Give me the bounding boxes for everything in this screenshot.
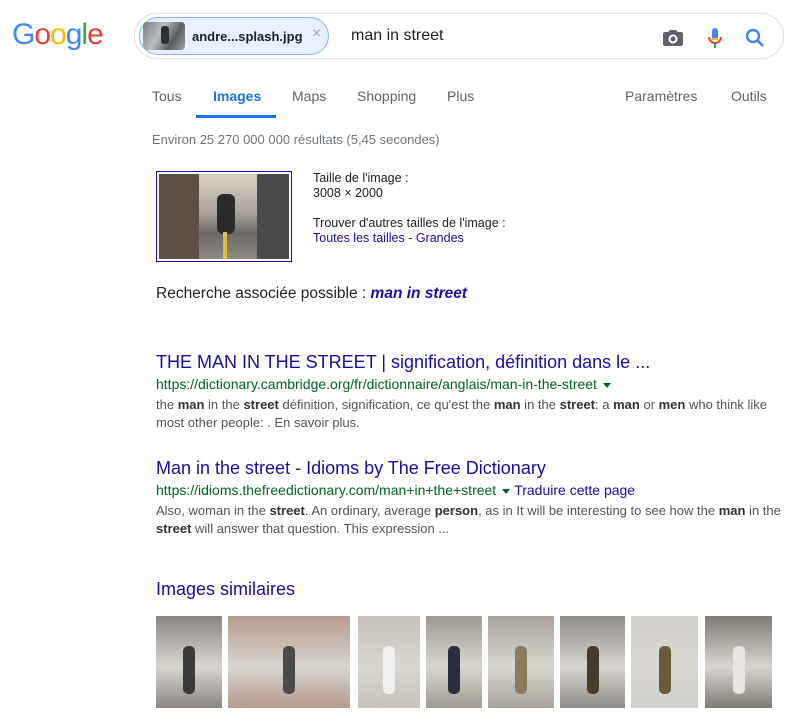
query-image-preview[interactable] <box>156 171 292 262</box>
tab-tous[interactable]: Tous <box>152 88 182 104</box>
query-image-thumbnail <box>143 22 185 50</box>
tab-images[interactable]: Images <box>213 88 261 104</box>
translate-link[interactable]: Traduire cette page <box>514 482 635 498</box>
image-query-chip[interactable]: andre...splash.jpg × <box>139 17 329 55</box>
remove-image-icon[interactable]: × <box>312 25 321 43</box>
result-stats: Environ 25 270 000 000 résultats (5,45 s… <box>152 132 440 147</box>
result-title[interactable]: THE MAN IN THE STREET | signification, d… <box>156 352 788 373</box>
result-title[interactable]: Man in the street - Idioms by The Free D… <box>156 458 788 479</box>
tab-parametres[interactable]: Paramètres <box>625 88 697 104</box>
related-search: Recherche associée possible : man in str… <box>156 285 467 303</box>
tab-plus[interactable]: Plus <box>447 88 474 104</box>
similar-image-7[interactable] <box>631 616 698 708</box>
search-box[interactable]: andre...splash.jpg × man in street <box>134 13 784 59</box>
result-url: https://idioms.thefreedictionary.com/man… <box>156 482 497 498</box>
google-logo[interactable]: Google <box>12 18 104 52</box>
search-result: THE MAN IN THE STREET | signification, d… <box>156 352 788 432</box>
similar-image-4[interactable] <box>426 616 482 708</box>
similar-image-3[interactable] <box>358 616 420 708</box>
search-input[interactable]: man in street <box>351 27 443 45</box>
search-icon[interactable] <box>743 26 767 50</box>
related-search-label: Recherche associée possible : <box>156 285 367 302</box>
other-sizes-label: Trouver d'autres tailles de l'image : <box>313 216 506 230</box>
all-sizes-link[interactable]: Toutes les tailles <box>313 231 405 245</box>
similar-image-6[interactable] <box>560 616 625 708</box>
size-separator: - <box>404 231 416 245</box>
result-url: https://dictionary.cambridge.org/fr/dict… <box>156 376 597 392</box>
large-sizes-link[interactable]: Grandes <box>416 231 464 245</box>
caret-down-icon[interactable] <box>602 382 611 388</box>
caret-down-icon[interactable] <box>502 488 511 494</box>
image-size-label: Taille de l'image : <box>313 171 409 185</box>
similar-image-5[interactable] <box>488 616 554 708</box>
similar-image-2[interactable] <box>228 616 350 708</box>
search-tabs: Tous Images Maps Shopping Plus Paramètre… <box>0 84 800 120</box>
image-filename: andre...splash.jpg <box>192 29 303 44</box>
active-tab-indicator <box>196 115 276 118</box>
search-result: Man in the street - Idioms by The Free D… <box>156 458 788 538</box>
similar-image-8[interactable] <box>705 616 772 708</box>
tab-shopping[interactable]: Shopping <box>357 88 416 104</box>
tab-outils[interactable]: Outils <box>731 88 767 104</box>
result-snippet: Also, woman in the street. An ordinary, … <box>156 503 781 536</box>
microphone-icon[interactable] <box>703 26 727 50</box>
tab-maps[interactable]: Maps <box>292 88 326 104</box>
similar-images-heading[interactable]: Images similaires <box>156 579 295 600</box>
street-photo <box>159 174 289 259</box>
image-size-value: 3008 × 2000 <box>313 186 383 200</box>
image-size-info: Taille de l'image : 3008 × 2000 Trouver … <box>313 171 506 246</box>
related-search-link[interactable]: man in street <box>371 285 467 302</box>
similar-image-1[interactable] <box>156 616 222 708</box>
camera-icon[interactable] <box>661 26 685 50</box>
result-snippet: the man in the street définition, signif… <box>156 397 768 430</box>
